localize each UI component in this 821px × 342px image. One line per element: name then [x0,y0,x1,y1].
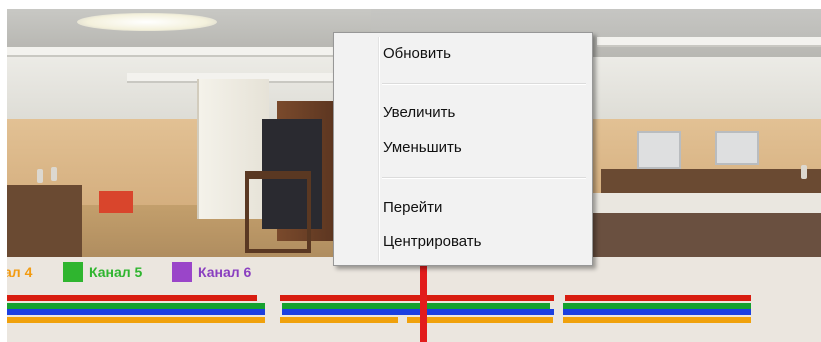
menu-separator [382,177,586,179]
menu-item-center[interactable]: Центрировать [337,230,589,254]
timeline-segment [7,295,257,301]
menu-separator [382,83,586,85]
timeline-segment [280,295,554,301]
menu-item-zoom-out[interactable]: Уменьшить [337,136,589,160]
channel-6-swatch [172,262,192,282]
menu-item-refresh[interactable]: Обновить [337,42,589,66]
timeline-segment [282,309,554,315]
legend-item-channel-4[interactable]: ал 4 [7,261,32,283]
menu-item-refresh-label: Обновить [383,45,451,62]
legend-item-channel-5[interactable]: Канал 5 [63,261,142,283]
context-menu: Обновить Увеличить Уменьшить Перейти Цен… [333,32,593,266]
menu-item-go-to[interactable]: Перейти [337,196,589,220]
legend-item-channel-6[interactable]: Канал 6 [172,261,251,283]
timeline-segment [407,317,553,323]
timeline-segment [280,317,398,323]
timeline-segment [563,317,751,323]
timeline-segment [563,309,751,315]
timeline[interactable] [7,295,821,335]
menu-item-zoom-in[interactable]: Увеличить [337,101,589,125]
legend-label-channel-4: ал 4 [7,264,33,280]
timeline-playhead[interactable] [420,259,427,342]
timeline-segment [7,317,265,323]
menu-item-center-label: Центрировать [383,233,482,250]
menu-item-zoom-out-label: Уменьшить [383,139,462,156]
channel-5-swatch [63,262,83,282]
channel-legend: ал 4 Канал 5 Канал 6 [7,261,367,283]
menu-item-zoom-in-label: Увеличить [383,104,456,121]
timeline-segment [565,295,751,301]
menu-item-go-to-label: Перейти [383,199,443,216]
legend-label-channel-6: Канал 6 [198,264,252,280]
timeline-segment [7,309,265,315]
legend-label-channel-5: Канал 5 [89,264,143,280]
